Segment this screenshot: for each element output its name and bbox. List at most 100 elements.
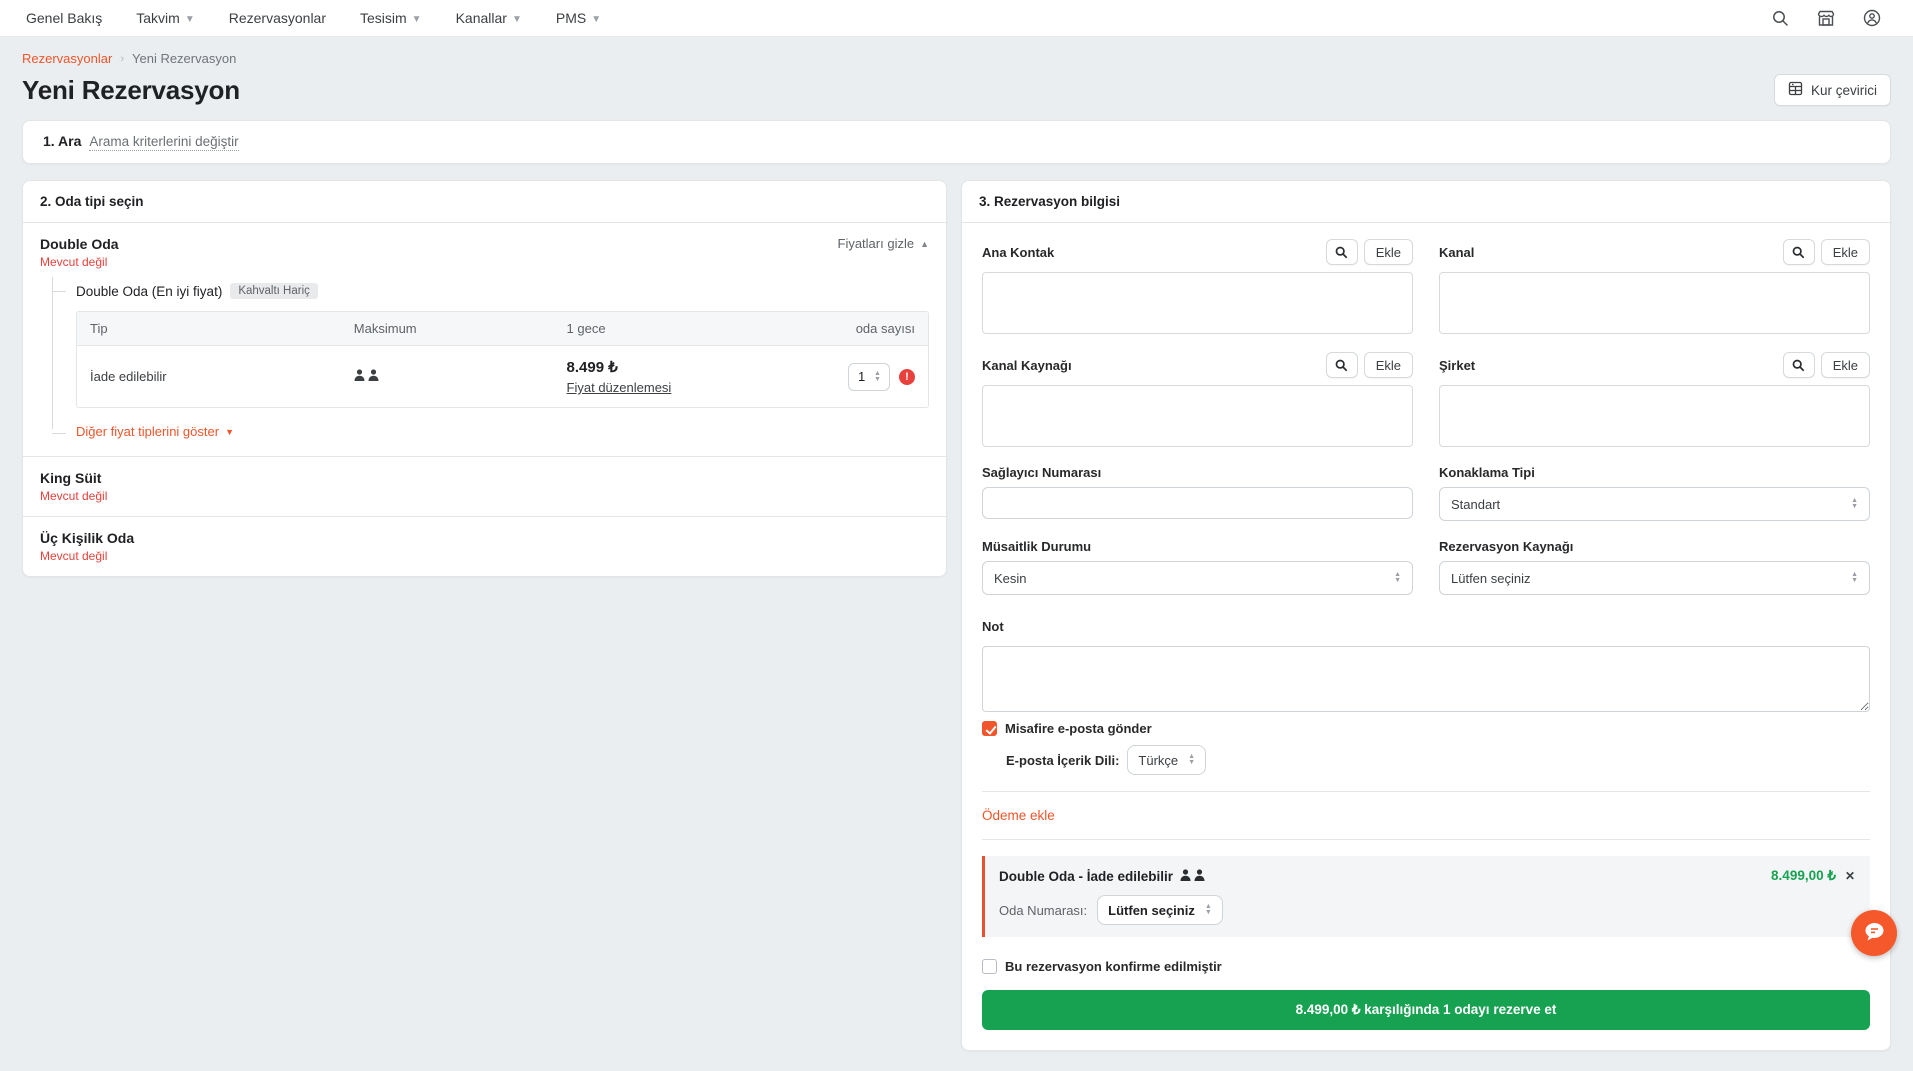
summary-room-rate-title: Double Oda - İade edilebilir: [999, 869, 1173, 884]
stepper-arrows-icon[interactable]: ▲▼: [874, 371, 881, 383]
rate-type-cell: İade edilebilir: [77, 357, 341, 396]
room-availability: Mevcut değil: [40, 489, 929, 503]
sirket-label: Şirket: [1439, 358, 1475, 373]
ana-kontak-add-button[interactable]: Ekle: [1364, 239, 1413, 265]
sirket-search-button[interactable]: [1783, 352, 1815, 378]
send-email-label: Misafire e-posta gönder: [1005, 721, 1152, 736]
ana-kontak-box[interactable]: [982, 272, 1413, 334]
room-name: Üç Kişilik Oda: [40, 530, 929, 546]
nav-item-rezervasyonlar[interactable]: Rezervasyonlar: [229, 10, 326, 26]
field-musaitlik-durumu: Müsaitlik Durumu Kesin ▲▼: [982, 539, 1413, 595]
warning-icon: !: [899, 369, 915, 385]
confirmed-checkbox-row[interactable]: Bu rezervasyon konfirme edilmiştir: [982, 959, 1870, 974]
send-email-checkbox[interactable]: [982, 721, 997, 736]
kanal-label: Kanal: [1439, 245, 1474, 260]
field-saglayici-numarasi: Sağlayıcı Numarası: [982, 465, 1413, 521]
nav-item-kanallar[interactable]: Kanallar▼: [456, 10, 522, 26]
select-arrows-icon: ▲▼: [1851, 498, 1858, 510]
select-arrows-icon: ▲▼: [1205, 904, 1212, 916]
rate-table: Tip Maksimum 1 gece oda sayısı İade edil…: [76, 311, 929, 408]
select-arrows-icon: ▲▼: [1394, 572, 1401, 584]
reservation-summary-card: Double Oda - İade edilebilir 8.499,00 ₺ …: [982, 856, 1870, 937]
nav-item-genel-bakis[interactable]: Genel Bakış: [26, 10, 102, 26]
rezervasyon-kaynagi-select[interactable]: Lütfen seçiniz ▲▼: [1439, 561, 1870, 595]
kanal-kaynagi-search-button[interactable]: [1326, 352, 1358, 378]
divider: [982, 791, 1870, 792]
storefront-icon[interactable]: [1817, 10, 1835, 27]
top-navigation: Genel Bakış Takvim▼ Rezervasyonlar Tesis…: [0, 0, 1913, 37]
change-search-criteria-link[interactable]: Arama kriterlerini değiştir: [89, 134, 238, 151]
remove-room-icon[interactable]: ✕: [1845, 869, 1855, 883]
chevron-down-icon: ▼: [512, 14, 522, 25]
divider: [982, 839, 1870, 840]
price-per-night: 8.499 ₺: [567, 358, 788, 376]
ana-kontak-search-button[interactable]: [1326, 239, 1358, 265]
col-header-maksimum: Maksimum: [341, 312, 554, 345]
room-count-stepper[interactable]: ▲▼: [848, 363, 890, 391]
kanal-kaynagi-label: Kanal Kaynağı: [982, 358, 1072, 373]
kanal-search-button[interactable]: [1783, 239, 1815, 265]
sirket-add-button[interactable]: Ekle: [1821, 352, 1870, 378]
room-group-uc-kisilik-oda[interactable]: Üç Kişilik Oda Mevcut değil: [23, 516, 946, 576]
room-group-king-suit[interactable]: King Süit Mevcut değil: [23, 456, 946, 516]
account-icon[interactable]: [1863, 9, 1881, 27]
rate-plan-name: Double Oda (En iyi fiyat): [76, 284, 222, 299]
confirmed-label: Bu rezervasyon konfirme edilmiştir: [1005, 959, 1222, 974]
musaitlik-durumu-select[interactable]: Kesin ▲▼: [982, 561, 1413, 595]
rate-table-row: İade edilebilir 8.499 ₺ Fiyat düzenlemes…: [77, 346, 928, 407]
email-language-label: E-posta İçerik Dili:: [1006, 753, 1119, 768]
room-availability: Mevcut değil: [40, 549, 929, 563]
field-rezervasyon-kaynagi: Rezervasyon Kaynağı Lütfen seçiniz ▲▼: [1439, 539, 1870, 595]
konaklama-tipi-label: Konaklama Tipi: [1439, 465, 1535, 480]
room-number-value: Lütfen seçiniz: [1108, 903, 1195, 918]
musaitlik-durumu-value: Kesin: [994, 571, 1027, 586]
chevron-down-icon: ▼: [225, 427, 234, 437]
person-icon: [1180, 869, 1191, 884]
nav-item-takvim[interactable]: Takvim▼: [136, 10, 194, 26]
field-ana-kontak: Ana Kontak Ekle: [982, 239, 1413, 334]
summary-guests: [1180, 869, 1205, 884]
saglayici-numarasi-input[interactable]: [982, 487, 1413, 519]
room-type-panel: 2. Oda tipi seçin Double Oda Mevcut deği…: [22, 180, 947, 577]
kanal-kaynagi-box[interactable]: [982, 385, 1413, 447]
chevron-down-icon: ▼: [591, 14, 601, 25]
chevron-down-icon: ▼: [185, 14, 195, 25]
show-other-rates-link[interactable]: Diğer fiyat tiplerini göster ▼: [76, 422, 234, 443]
email-language-select[interactable]: Türkçe ▲▼: [1127, 745, 1206, 775]
nav-item-pms[interactable]: PMS▼: [556, 10, 601, 26]
not-textarea[interactable]: [982, 646, 1870, 712]
breakfast-excluded-badge: Kahvaltı Hariç: [230, 283, 318, 299]
breadcrumb-rezervasyonlar[interactable]: Rezervasyonlar: [22, 51, 112, 66]
chevron-down-icon: ▼: [412, 14, 422, 25]
room-number-select[interactable]: Lütfen seçiniz ▲▼: [1097, 895, 1223, 925]
currency-converter-button[interactable]: Kur çevirici: [1774, 74, 1891, 106]
reserve-button[interactable]: 8.499,00 ₺ karşılığında 1 odayı rezerve …: [982, 990, 1870, 1030]
nav-label: Tesisim: [360, 10, 407, 26]
kanal-add-button[interactable]: Ekle: [1821, 239, 1870, 265]
saglayici-numarasi-label: Sağlayıcı Numarası: [982, 465, 1101, 480]
konaklama-tipi-select[interactable]: Standart ▲▼: [1439, 487, 1870, 521]
chat-support-button[interactable]: [1851, 910, 1897, 956]
nav-label: Genel Bakış: [26, 10, 102, 26]
calculator-icon: [1788, 81, 1803, 99]
send-email-checkbox-row[interactable]: Misafire e-posta gönder: [982, 721, 1870, 736]
breadcrumb: Rezervasyonlar › Yeni Rezervasyon: [22, 47, 1891, 72]
price-edit-link[interactable]: Fiyat düzenlemesi: [567, 380, 672, 395]
confirmed-checkbox[interactable]: [982, 959, 997, 974]
chat-bubble-icon: [1862, 921, 1886, 946]
sirket-box[interactable]: [1439, 385, 1870, 447]
nav-item-tesisim[interactable]: Tesisim ▼: [360, 10, 422, 26]
hide-prices-toggle[interactable]: Fiyatları gizle ▲: [838, 236, 930, 251]
reservation-panel-title: 3. Rezervasyon bilgisi: [962, 181, 1890, 223]
field-kanal-kaynagi: Kanal Kaynağı Ekle: [982, 352, 1413, 447]
room-count-input[interactable]: [858, 369, 870, 384]
search-step-card: 1. Ara Arama kriterlerini değiştir: [22, 120, 1891, 164]
select-arrows-icon: ▲▼: [1188, 754, 1195, 766]
kanal-box[interactable]: [1439, 272, 1870, 334]
kanal-kaynagi-add-button[interactable]: Ekle: [1364, 352, 1413, 378]
rezervasyon-kaynagi-label: Rezervasyon Kaynağı: [1439, 539, 1573, 554]
search-icon[interactable]: [1772, 10, 1789, 27]
search-step-label: 1. Ara: [43, 133, 81, 149]
add-payment-link[interactable]: Ödeme ekle: [982, 808, 1055, 823]
ana-kontak-label: Ana Kontak: [982, 245, 1054, 260]
